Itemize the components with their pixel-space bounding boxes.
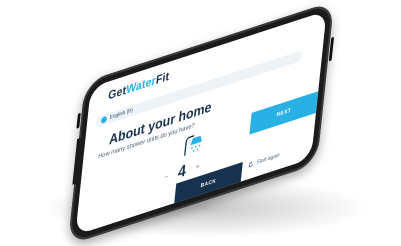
stepper-value: 4 — [177, 161, 187, 183]
logo-part-water: Water — [125, 74, 157, 98]
decrement-button[interactable]: − — [164, 171, 169, 182]
logo-part-fit: Fit — [155, 69, 170, 88]
flag-icon — [100, 115, 108, 125]
logo-part-get: Get — [107, 83, 127, 103]
shower-icon — [184, 134, 202, 156]
next-button[interactable]: NEXT — [249, 91, 319, 135]
power-button — [328, 36, 335, 62]
start-again-link[interactable]: Start again — [248, 152, 280, 169]
language-label: English (fr) — [109, 107, 134, 122]
start-again-label: Start again — [256, 152, 280, 167]
increment-button[interactable]: + — [195, 161, 200, 172]
refresh-icon — [248, 161, 253, 168]
volume-button — [76, 112, 81, 129]
